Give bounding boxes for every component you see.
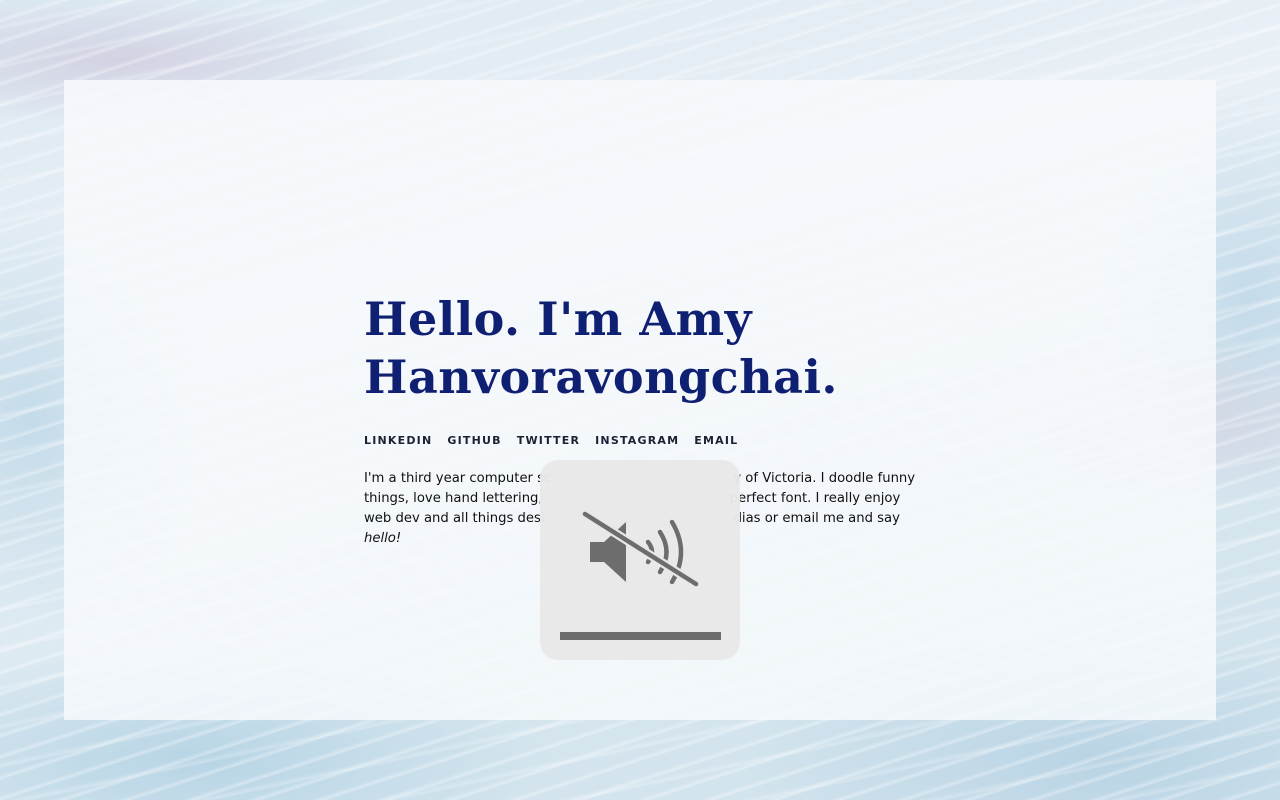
volume-level-bar <box>560 632 721 640</box>
instagram-link[interactable]: INSTAGRAM <box>595 434 679 447</box>
volume-level-fill <box>560 632 721 640</box>
github-link[interactable]: GITHUB <box>447 434 501 447</box>
social-links: LINKEDIN GITHUB TWITTER INSTAGRAM EMAIL <box>364 434 924 447</box>
twitter-link[interactable]: TWITTER <box>517 434 580 447</box>
volume-overlay <box>540 460 740 660</box>
linkedin-link[interactable]: LINKEDIN <box>364 434 432 447</box>
title-line-1: Hello. I'm Amy <box>364 292 752 346</box>
speaker-muted-icon <box>580 509 700 589</box>
email-link[interactable]: EMAIL <box>694 434 738 447</box>
page-title: Hello. I'm Amy Hanvoravongchai. <box>364 290 924 406</box>
title-line-2: Hanvoravongchai. <box>364 350 838 404</box>
